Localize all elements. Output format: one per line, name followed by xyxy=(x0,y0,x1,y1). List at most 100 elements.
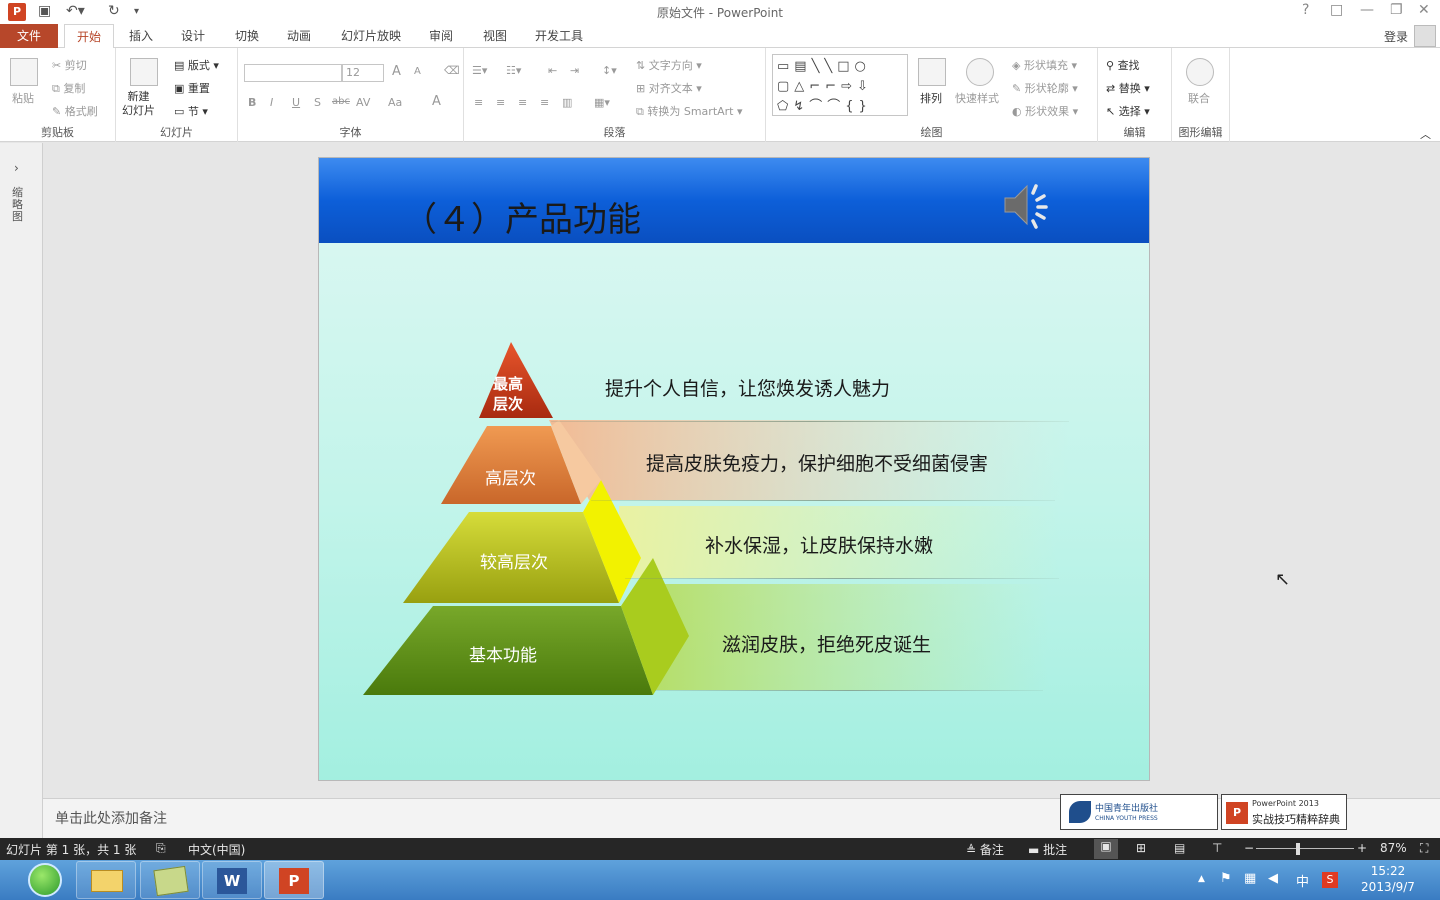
layout-button[interactable]: ▤ 版式 ▾ xyxy=(174,57,219,73)
underline-button[interactable]: U xyxy=(292,96,300,109)
taskbar-notes-app[interactable] xyxy=(140,861,200,899)
slide-canvas[interactable]: （４）产品功能 最高 层次 高层次 较高层次 基本功能 提升个人自信，让您焕发诱… xyxy=(318,157,1150,781)
paste-button[interactable]: 粘贴 xyxy=(12,90,34,106)
fit-to-window-icon[interactable]: ⛶ xyxy=(1420,841,1428,856)
replace-button[interactable]: ⇄ 替换 ▾ xyxy=(1106,80,1150,96)
ribbon-display-button[interactable]: □ xyxy=(1330,2,1343,18)
tab-file[interactable]: 文件 xyxy=(0,24,58,48)
find-button[interactable]: ⚲ 查找 xyxy=(1106,57,1140,73)
decrease-indent-icon[interactable]: ⇤ xyxy=(548,64,557,77)
login-link[interactable]: 登录 xyxy=(1384,28,1408,45)
help-button[interactable]: ? xyxy=(1302,2,1309,18)
char-spacing-button[interactable]: AV xyxy=(356,96,370,109)
align-text-button[interactable]: ⊞ 对齐文本 ▾ xyxy=(636,80,702,96)
new-slide-icon[interactable] xyxy=(130,58,158,86)
change-case-button[interactable]: Aa xyxy=(388,96,402,109)
new-slide-button[interactable]: 新建 幻灯片 xyxy=(122,90,155,118)
tab-transitions[interactable]: 切换 xyxy=(226,24,268,48)
merge-shapes-icon[interactable] xyxy=(1186,58,1214,86)
align-left-icon[interactable]: ≡ xyxy=(474,96,483,109)
paste-icon[interactable] xyxy=(10,58,38,86)
line-spacing-icon[interactable]: ↕▾ xyxy=(602,64,617,77)
italic-button[interactable]: I xyxy=(270,96,273,109)
thumbnail-pane-label[interactable]: 缩略图 xyxy=(12,187,26,223)
tab-view[interactable]: 视图 xyxy=(474,24,516,48)
shape-outline-button[interactable]: ✎ 形状轮廓 ▾ xyxy=(1012,80,1078,96)
tier-3-description[interactable]: 补水保湿，让皮肤保持水嫩 xyxy=(705,531,933,558)
close-button[interactable]: ✕ xyxy=(1418,2,1430,18)
system-clock[interactable]: 15:22 2013/9/7 xyxy=(1356,863,1420,895)
columns-icon[interactable]: ▦▾ xyxy=(594,96,610,109)
zoom-level[interactable]: 87% xyxy=(1380,841,1407,855)
tier-1-description[interactable]: 提升个人自信，让您焕发诱人魅力 xyxy=(605,374,890,401)
increase-indent-icon[interactable]: ⇥ xyxy=(570,64,579,77)
shape-fill-button[interactable]: ◈ 形状填充 ▾ xyxy=(1012,57,1077,73)
collapse-ribbon-icon[interactable]: ︿ xyxy=(1420,126,1431,142)
taskbar-word[interactable]: W xyxy=(202,861,262,899)
align-center-icon[interactable]: ≡ xyxy=(496,96,505,109)
quick-styles-icon[interactable] xyxy=(966,58,994,86)
tab-design[interactable]: 设计 xyxy=(172,24,214,48)
zoom-slider[interactable] xyxy=(1256,848,1354,849)
font-size-combo[interactable]: 12 xyxy=(342,64,384,82)
tab-home[interactable]: 开始 xyxy=(64,24,114,49)
merge-button[interactable]: 联合 xyxy=(1188,90,1210,106)
tab-review[interactable]: 审阅 xyxy=(420,24,462,48)
convert-smartart-button[interactable]: ⧉ 转换为 SmartArt ▾ xyxy=(636,103,743,119)
select-button[interactable]: ↖ 选择 ▾ xyxy=(1106,103,1150,119)
tab-slideshow[interactable]: 幻灯片放映 xyxy=(334,24,408,48)
grow-font-button[interactable]: A xyxy=(392,64,401,79)
font-color-button[interactable]: A xyxy=(432,94,441,109)
notes-toggle[interactable]: ≜ 备注 xyxy=(966,841,1004,858)
normal-view-icon[interactable]: ▣ xyxy=(1094,839,1118,859)
language-indicator[interactable]: 中文(中国) xyxy=(188,841,245,858)
comments-toggle[interactable]: ▬ 批注 xyxy=(1028,841,1067,858)
section-button[interactable]: ▭ 节 ▾ xyxy=(174,103,208,119)
zoom-slider-thumb[interactable] xyxy=(1296,843,1300,855)
taskbar-powerpoint[interactable]: P xyxy=(264,861,324,899)
reading-view-icon[interactable]: ▤ xyxy=(1174,841,1185,855)
zoom-out-button[interactable]: − xyxy=(1244,841,1254,855)
shape-effects-button[interactable]: ◐ 形状效果 ▾ xyxy=(1012,103,1078,119)
tab-insert[interactable]: 插入 xyxy=(120,24,162,48)
taskbar-explorer[interactable] xyxy=(76,861,136,899)
arrange-button[interactable]: 排列 xyxy=(920,90,942,106)
copy-button[interactable]: ⧉ 复制 xyxy=(52,80,85,96)
ime-indicator[interactable]: 中 xyxy=(1296,871,1309,890)
tab-developer[interactable]: 开发工具 xyxy=(528,24,590,48)
slideshow-view-icon[interactable]: ⊤ xyxy=(1212,841,1222,855)
spellcheck-icon[interactable]: ⎘ xyxy=(156,841,166,856)
align-right-icon[interactable]: ≡ xyxy=(518,96,527,109)
reset-button[interactable]: ▣ 重置 xyxy=(174,80,210,96)
numbering-icon[interactable]: ☷▾ xyxy=(506,64,521,77)
volume-icon[interactable]: ◀ xyxy=(1268,871,1278,886)
sogou-input-icon[interactable]: S xyxy=(1322,872,1338,888)
clear-format-icon[interactable]: ⌫ xyxy=(444,64,460,77)
tab-animations[interactable]: 动画 xyxy=(278,24,320,48)
network-icon[interactable]: ▦ xyxy=(1244,871,1256,886)
quick-styles-button[interactable]: 快速样式 xyxy=(955,90,999,106)
strikethrough-button[interactable]: abc xyxy=(332,96,350,107)
action-center-flag-icon[interactable]: ⚑ xyxy=(1220,871,1232,886)
start-button-icon[interactable] xyxy=(28,863,62,897)
user-avatar-icon[interactable] xyxy=(1414,25,1436,47)
arrange-icon[interactable] xyxy=(918,58,946,86)
minimize-button[interactable]: — xyxy=(1360,2,1374,18)
shrink-font-button[interactable]: A xyxy=(414,66,421,77)
distributed-icon[interactable]: ▥ xyxy=(562,96,572,109)
zoom-in-button[interactable]: + xyxy=(1357,841,1367,855)
font-name-combo[interactable] xyxy=(244,64,342,82)
tray-expand-icon[interactable]: ▲ xyxy=(1198,874,1205,884)
bold-button[interactable]: B xyxy=(248,96,256,109)
format-painter-button[interactable]: ✎ 格式刷 xyxy=(52,103,98,119)
cut-button[interactable]: ✂ 剪切 xyxy=(52,57,87,73)
tier-4-description[interactable]: 滋润皮肤，拒绝死皮诞生 xyxy=(722,630,931,657)
shadow-button[interactable]: S xyxy=(314,96,321,109)
expand-pane-icon[interactable]: › xyxy=(14,161,19,175)
restore-button[interactable]: ❐ xyxy=(1390,2,1403,18)
tier-2-description[interactable]: 提高皮肤免疫力，保护细胞不受细菌侵害 xyxy=(646,449,988,476)
notes-placeholder[interactable]: 单击此处添加备注 xyxy=(55,808,167,828)
text-direction-button[interactable]: ⇅ 文字方向 ▾ xyxy=(636,57,702,73)
justify-icon[interactable]: ≡ xyxy=(540,96,549,109)
shapes-gallery[interactable]: ▭▤╲╲□○ ▢△⌐⌐⇨⇩ ⬠↯⌒⌒{} xyxy=(772,54,908,116)
